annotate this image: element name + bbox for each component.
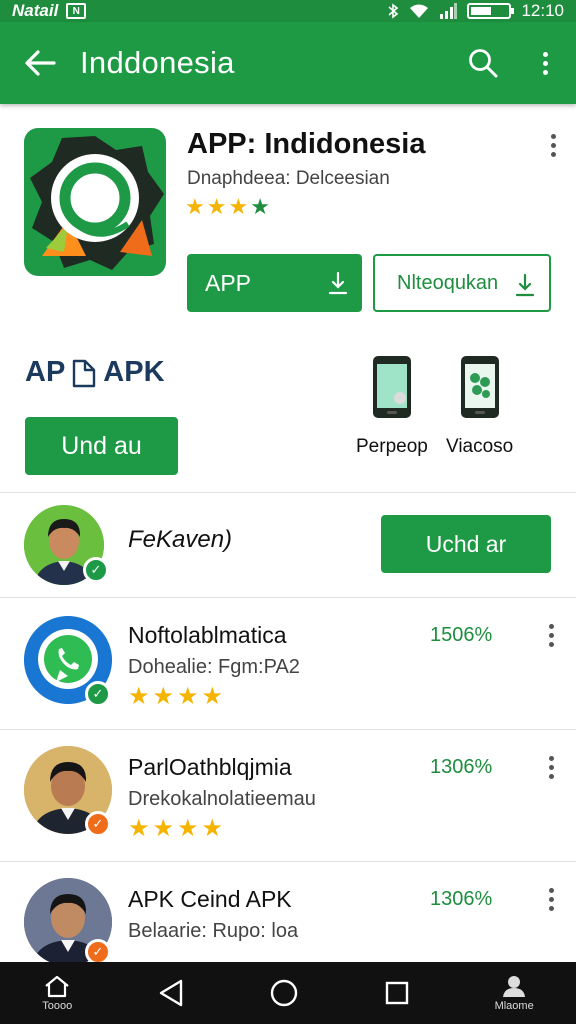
profile-icon <box>503 976 526 997</box>
verified-badge-icon: ✓ <box>85 811 111 837</box>
square-recents-icon <box>385 981 409 1005</box>
secondary-download-label: Nlteoqukan <box>397 271 499 294</box>
list-item[interactable]: ✓ ParlOathblqjmia Drekokalnolatieemau ★★… <box>0 730 576 862</box>
download-icon <box>515 273 535 297</box>
item-subtitle: Dohealie: Fgm:PA2 <box>128 656 300 678</box>
star-icon: ★ <box>250 194 272 219</box>
list-item[interactable]: ✓ Noftolablmatica Dohealie: Fgm:PA2 ★★★★… <box>0 598 576 730</box>
wifi-icon <box>410 4 429 18</box>
item-name: ParlOathblqjmia <box>128 754 292 780</box>
more-vert-icon <box>549 624 554 647</box>
item-subtitle: Drekokalnolatieemau <box>128 788 316 810</box>
circle-home-icon <box>271 979 298 1007</box>
item-overflow-menu[interactable] <box>549 888 554 911</box>
overflow-menu-button[interactable] <box>514 51 576 75</box>
item-name: Noftolablmatica <box>128 622 287 648</box>
app-logo-icon <box>24 128 166 276</box>
item-subtitle: Belaarie: Rupo: loa <box>128 920 299 942</box>
phone-gallery-icon <box>460 356 499 418</box>
signal-icon <box>440 3 458 19</box>
app-header: APP: Indidonesia Dnaphdeea: Delceesian ★… <box>0 104 576 490</box>
battery-level <box>471 7 492 15</box>
user-name: FeKaven) <box>128 526 233 553</box>
phone-screen-icon <box>372 356 411 418</box>
verified-badge-icon: ✓ <box>85 939 111 962</box>
page-title: Inddonesia <box>80 45 235 80</box>
arrow-left-icon <box>25 50 56 76</box>
verified-badge-icon: ✓ <box>85 681 111 707</box>
update-button[interactable]: Und au <box>25 417 178 475</box>
app-bar: Inddonesia <box>0 22 576 104</box>
more-vert-icon <box>551 134 556 157</box>
star-icon: ★ <box>228 194 251 219</box>
app-rating: ★★★★ <box>185 194 272 220</box>
item-overflow-menu[interactable] <box>549 624 554 647</box>
navigation-bar: Toooo Mlaome <box>0 962 576 1024</box>
item-rating: ★★★★ <box>128 815 227 842</box>
status-right: 12:10 <box>387 1 564 21</box>
file-icon <box>73 359 96 387</box>
install-app-label: APP <box>205 269 252 296</box>
search-icon <box>469 49 498 78</box>
nav-home-label: Toooo <box>42 1000 73 1012</box>
status-bar: Natail N 12:10 <box>0 0 576 22</box>
nav-profile-label: Mlaome <box>494 1000 534 1012</box>
item-percentage: 1506% <box>430 624 493 646</box>
app-overflow-menu[interactable] <box>551 134 556 157</box>
follow-button[interactable]: Uchd ar <box>381 515 551 573</box>
nav-profile-button[interactable]: Mlaome <box>495 974 534 1012</box>
app-developer: Dnaphdeea: Delceesian <box>187 168 390 189</box>
nav-home-circle-button[interactable] <box>269 978 299 1008</box>
nav-recents-button[interactable] <box>384 980 410 1006</box>
item-name: APK Ceind APK <box>128 886 292 912</box>
back-button[interactable] <box>0 49 80 77</box>
user-row: ✓ FeKaven) Uchd ar <box>0 492 576 596</box>
install-app-button[interactable]: APP <box>187 254 362 312</box>
item-percentage: 1306% <box>430 888 493 910</box>
tile-perpeop[interactable]: Perpeop <box>356 354 428 458</box>
verified-badge-icon: ✓ <box>83 557 109 583</box>
tile-label: Viacoso <box>446 436 514 457</box>
carrier-icon: N <box>66 3 87 19</box>
list-item[interactable]: ✓ APK Ceind APK Belaarie: Rupo: loa 1306… <box>0 862 576 962</box>
carrier-name: Natail <box>12 1 59 20</box>
status-left: Natail N <box>12 1 87 21</box>
item-overflow-menu[interactable] <box>549 756 554 779</box>
app-name: APP: Indidonesia <box>187 128 426 160</box>
clock: 12:10 <box>521 1 564 20</box>
apk-label: AP APK <box>25 356 165 389</box>
tile-viacoso[interactable]: Viacoso <box>446 354 513 458</box>
item-rating: ★★★★ <box>128 683 227 710</box>
star-icon: ★ <box>185 194 207 219</box>
item-percentage: 1306% <box>430 756 493 778</box>
more-vert-icon <box>549 888 554 911</box>
more-vert-icon <box>549 756 554 779</box>
nav-home-button[interactable]: Toooo <box>42 974 72 1012</box>
apk-label-left: AP <box>25 356 66 388</box>
home-icon <box>45 975 69 998</box>
search-button[interactable] <box>452 48 514 78</box>
star-icon: ★ <box>206 194 229 219</box>
battery-icon <box>467 3 515 19</box>
download-icon <box>328 271 348 295</box>
apk-label-right: APK <box>103 356 165 388</box>
triangle-back-icon <box>159 979 183 1007</box>
bluetooth-icon <box>388 3 399 19</box>
tile-label: Perpeop <box>356 436 428 457</box>
nav-back-button[interactable] <box>157 978 185 1008</box>
more-vert-icon <box>542 51 548 75</box>
secondary-download-button[interactable]: Nlteoqukan <box>373 254 551 312</box>
